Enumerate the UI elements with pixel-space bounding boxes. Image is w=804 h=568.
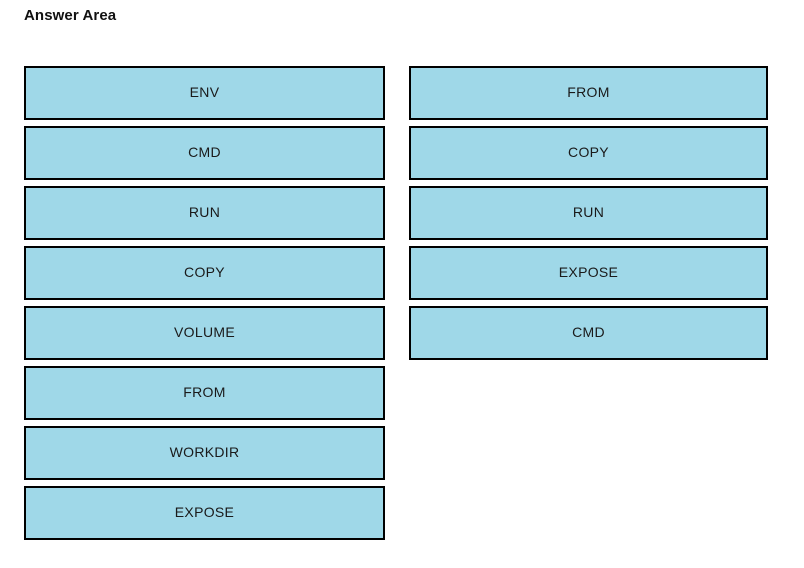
drag-item-env[interactable]: ENV — [24, 66, 385, 120]
page-title: Answer Area — [24, 7, 117, 24]
drag-item-label: EXPOSE — [174, 504, 235, 520]
answer-item-cmd[interactable]: CMD — [409, 306, 768, 360]
drag-item-run[interactable]: RUN — [24, 186, 385, 240]
drag-item-label: CMD — [188, 144, 221, 160]
answer-item-from[interactable]: FROM — [409, 66, 768, 120]
drag-item-from[interactable]: FROM — [24, 366, 385, 420]
drag-item-workdir[interactable]: WORKDIR — [24, 426, 385, 480]
answer-item-copy[interactable]: COPY — [409, 126, 768, 180]
answer-item-run[interactable]: RUN — [409, 186, 768, 240]
answer-list-column: FROM COPY RUN EXPOSE CMD — [409, 66, 768, 366]
answer-item-label: COPY — [568, 144, 609, 160]
drag-item-label: COPY — [184, 264, 225, 280]
drag-item-label: RUN — [188, 204, 221, 220]
answer-item-label: RUN — [572, 204, 605, 220]
drag-item-label: ENV — [189, 84, 220, 100]
drag-item-copy[interactable]: COPY — [24, 246, 385, 300]
drag-item-label: WORKDIR — [169, 444, 240, 460]
drag-item-label: VOLUME — [174, 324, 235, 340]
source-list-column: ENV CMD RUN COPY VOLUME FROM WORKDIR EXP… — [24, 66, 385, 546]
drag-item-volume[interactable]: VOLUME — [24, 306, 385, 360]
answer-item-label: EXPOSE — [558, 264, 619, 280]
answer-item-label: CMD — [572, 324, 605, 340]
drag-item-label: FROM — [183, 384, 226, 400]
drag-item-cmd[interactable]: CMD — [24, 126, 385, 180]
answer-item-expose[interactable]: EXPOSE — [409, 246, 768, 300]
answer-item-label: FROM — [567, 84, 610, 100]
drag-item-expose[interactable]: EXPOSE — [24, 486, 385, 540]
